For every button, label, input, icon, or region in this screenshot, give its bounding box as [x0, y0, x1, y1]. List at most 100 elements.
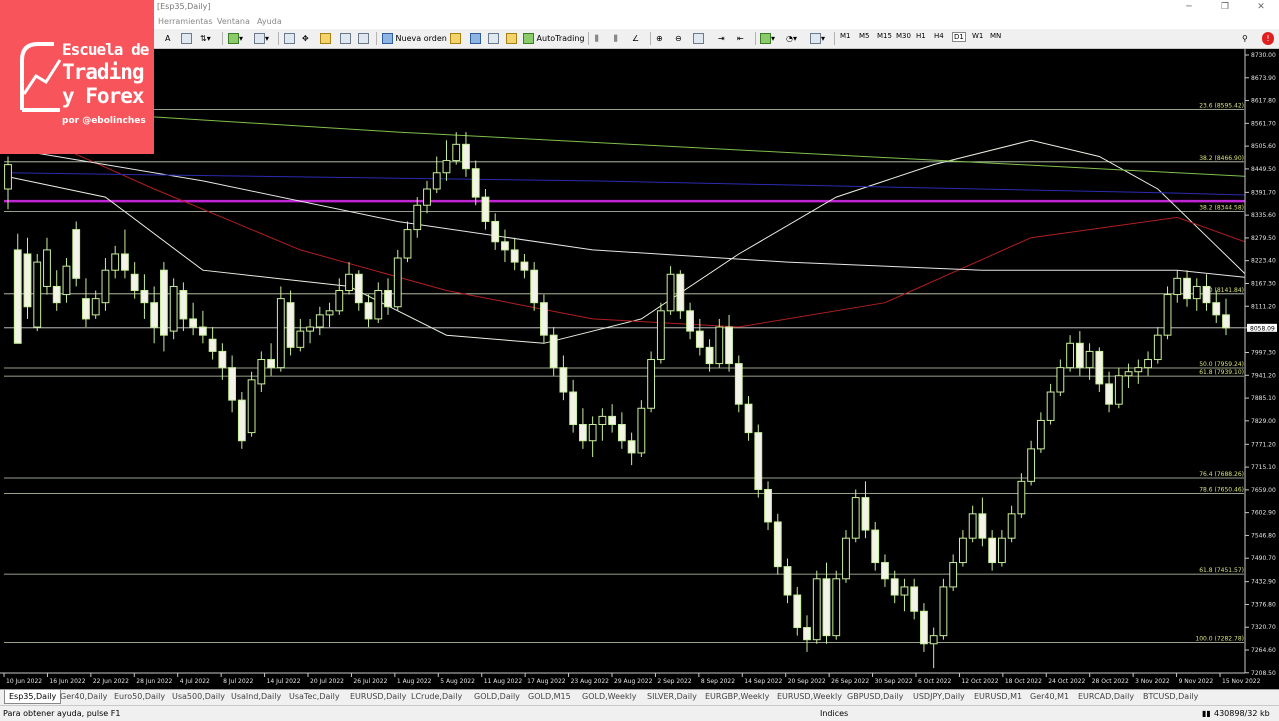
symbol-tab[interactable]: GOLD,Weekly [582, 692, 637, 701]
candle[interactable] [764, 488, 772, 523]
candle[interactable] [861, 497, 870, 531]
candle[interactable] [666, 273, 675, 312]
candle[interactable] [1046, 391, 1055, 421]
symbol-tab[interactable]: LCrude,Daily [411, 692, 462, 701]
symbol-tab[interactable]: Ger40,M1 [1030, 692, 1069, 701]
candle[interactable] [423, 188, 431, 206]
candle[interactable] [559, 367, 568, 393]
candle[interactable] [656, 310, 665, 361]
symbol-tab[interactable]: SILVER,Daily [647, 692, 697, 701]
candle[interactable] [23, 253, 32, 308]
new-order-button[interactable]: Nueva orden [382, 32, 447, 45]
candle[interactable] [540, 302, 548, 336]
candle[interactable] [1056, 367, 1065, 393]
candle[interactable] [13, 249, 22, 344]
candle[interactable] [1027, 448, 1036, 482]
candle[interactable] [578, 424, 587, 442]
symbol-tab[interactable]: UsaInd,Daily [231, 692, 281, 701]
candle[interactable] [520, 261, 529, 271]
minimize-icon[interactable]: ─ [1171, 0, 1207, 14]
text-tool-icon[interactable]: A [165, 32, 170, 45]
candle[interactable] [4, 164, 12, 190]
symbol-tab[interactable]: BTCUSD,Daily [1143, 692, 1198, 701]
candle[interactable] [345, 273, 353, 292]
candle[interactable] [1124, 371, 1133, 377]
candle[interactable] [510, 249, 519, 263]
profiles-icon[interactable]: ▾ [254, 32, 269, 45]
candle[interactable] [481, 196, 490, 222]
alert-icon[interactable]: ! [1262, 32, 1274, 45]
candle[interactable] [198, 326, 207, 336]
candle[interactable] [72, 229, 81, 279]
candle[interactable] [793, 594, 802, 629]
candle[interactable] [1183, 277, 1191, 300]
symbol-tab[interactable]: EURUSD,M1 [974, 692, 1022, 701]
candle[interactable] [1075, 342, 1084, 369]
timeframe-mn[interactable]: MN [990, 32, 1001, 40]
candle[interactable] [627, 440, 636, 454]
candle[interactable] [1036, 419, 1045, 450]
zoom-in-icon[interactable]: ⊕ [656, 32, 663, 45]
candle[interactable] [91, 298, 100, 316]
candle[interactable] [569, 391, 578, 426]
candle[interactable] [695, 330, 704, 348]
candle[interactable] [1095, 350, 1104, 385]
tester-icon[interactable] [358, 32, 369, 45]
market-watch-icon[interactable] [284, 32, 295, 45]
candle[interactable] [530, 269, 539, 304]
restore-icon[interactable]: ❐ [1207, 0, 1243, 14]
chart-shift-icon[interactable]: ⇤ [737, 32, 744, 45]
candle[interactable] [734, 363, 743, 405]
candle[interactable] [588, 424, 597, 442]
candle[interactable] [208, 338, 217, 352]
candle[interactable] [715, 326, 724, 365]
market-icon[interactable] [488, 32, 499, 45]
candle[interactable] [276, 298, 285, 369]
candle[interactable] [939, 586, 948, 637]
candle[interactable] [929, 635, 938, 645]
crosshair-icon[interactable]: ✥ [302, 32, 309, 45]
candle[interactable] [1134, 367, 1143, 373]
candle[interactable] [988, 537, 997, 564]
symbol-tab[interactable]: Euro50,Daily [114, 692, 165, 701]
candle[interactable] [920, 610, 928, 645]
candle[interactable] [169, 285, 178, 332]
candle[interactable] [890, 578, 899, 596]
symbol-tab[interactable]: Esp35,Daily [4, 690, 62, 704]
candle[interactable] [62, 265, 71, 296]
candle[interactable] [949, 562, 958, 588]
timeframe-m15[interactable]: M15 [877, 32, 892, 40]
indicators-icon[interactable]: ▾ [760, 32, 775, 45]
price-chart[interactable]: 23.6 (8595.42) 38.2 (8466.90) 38.2 (8344.5… [0, 49, 1279, 688]
candle[interactable] [130, 273, 139, 292]
timeframe-w1[interactable]: W1 [972, 32, 983, 40]
timeframe-m30[interactable]: M30 [896, 32, 911, 40]
timeframe-h4[interactable]: H4 [934, 32, 944, 40]
candle[interactable] [1173, 277, 1182, 296]
candle[interactable] [686, 310, 694, 332]
symbol-tab[interactable]: EURUSD,Weekly [777, 692, 842, 701]
candle[interactable] [257, 359, 266, 385]
candle[interactable] [647, 359, 656, 409]
terminal-icon[interactable] [340, 32, 351, 45]
candle[interactable] [491, 220, 500, 243]
candle[interactable] [315, 314, 324, 328]
candle[interactable] [325, 310, 334, 316]
candle[interactable] [1144, 359, 1152, 369]
candle[interactable] [237, 399, 246, 442]
candle[interactable] [121, 253, 129, 271]
candle[interactable] [617, 424, 626, 442]
candle[interactable] [384, 290, 392, 308]
candle[interactable] [218, 350, 227, 369]
timeframe-d1[interactable]: D1 [952, 32, 966, 42]
candle[interactable] [471, 168, 480, 198]
candle[interactable] [968, 513, 977, 539]
candle[interactable] [140, 290, 149, 304]
symbol-tab[interactable]: Usa500,Daily [172, 692, 225, 701]
timeframe-m5[interactable]: M5 [859, 32, 870, 40]
meta-editor-icon[interactable] [450, 32, 461, 45]
vps-icon[interactable] [506, 32, 517, 45]
arrows-icon[interactable]: ⇅▾ [200, 32, 211, 45]
timeframe-h1[interactable]: H1 [916, 32, 926, 40]
candle[interactable] [725, 326, 733, 365]
